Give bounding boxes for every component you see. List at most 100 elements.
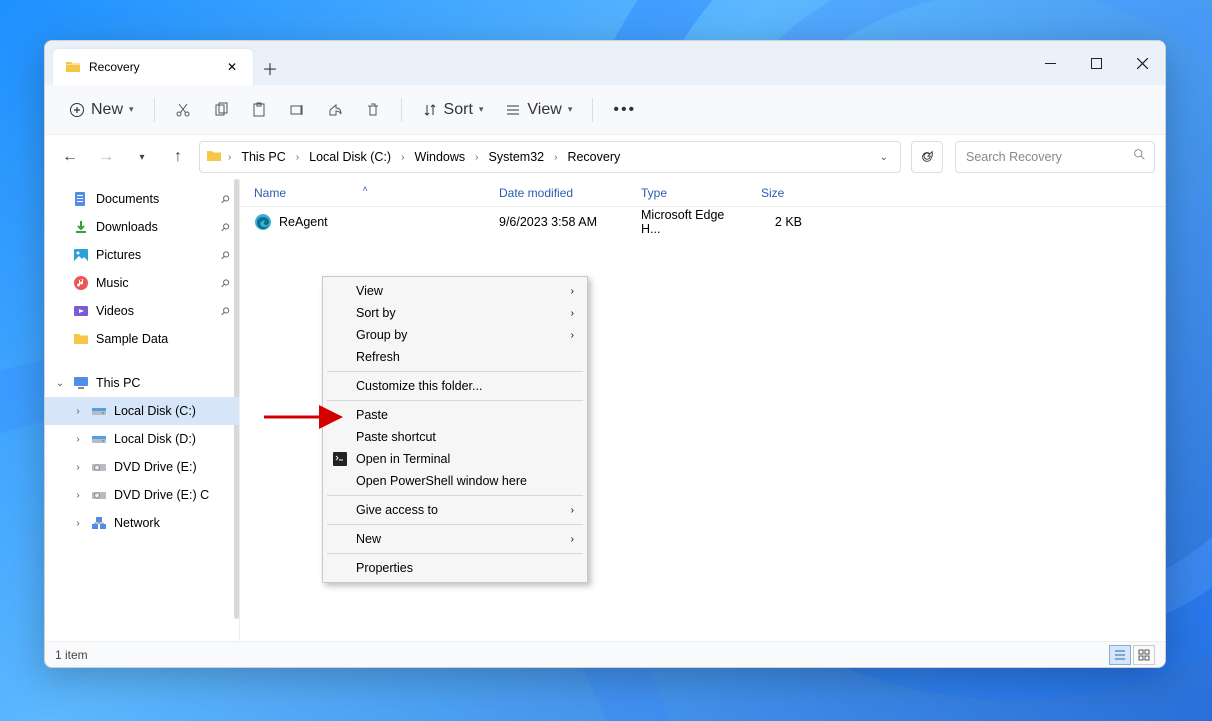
recent-locations-button[interactable]: ▾ — [127, 142, 157, 172]
context-menu-give-access-to[interactable]: Give access to› — [326, 499, 584, 521]
copy-button[interactable] — [205, 94, 237, 126]
sidebar-item-pictures[interactable]: Pictures⚲ — [45, 241, 239, 269]
view-button[interactable]: View▾ — [497, 94, 580, 126]
maximize-button[interactable] — [1073, 41, 1119, 85]
dvd-icon — [91, 459, 107, 475]
refresh-button[interactable] — [911, 141, 943, 173]
chevron-right-icon: › — [571, 505, 574, 516]
breadcrumb[interactable]: System32 — [485, 148, 549, 166]
sidebar-item-videos[interactable]: Videos⚲ — [45, 297, 239, 325]
plus-circle-icon — [69, 102, 85, 118]
context-menu-new[interactable]: New› — [326, 528, 584, 550]
breadcrumb[interactable]: Recovery — [563, 148, 624, 166]
context-menu: View›Sort by›Group by›Refresh Customize t… — [322, 276, 588, 583]
column-header-type[interactable]: Type — [627, 186, 747, 200]
dvd-icon — [91, 487, 107, 503]
ellipsis-icon: ••• — [613, 101, 636, 119]
sort-indicator-icon: ˄ — [363, 184, 368, 194]
context-menu-customize-this-folder[interactable]: Customize this folder... — [326, 375, 584, 397]
disk-icon — [91, 431, 107, 447]
sidebar-item-network[interactable]: ›Network — [45, 509, 239, 537]
sidebar-item-music[interactable]: Music⚲ — [45, 269, 239, 297]
file-explorer-window: Recovery ✕ ＋ New ▾ Sort▾ View▾ ••• ← → — [44, 40, 1166, 668]
sidebar-item-local-disk-d-[interactable]: ›Local Disk (D:) — [45, 425, 239, 453]
context-menu-paste[interactable]: Paste — [326, 404, 584, 426]
sort-icon — [422, 102, 438, 118]
delete-button[interactable] — [357, 94, 389, 126]
sidebar-item-sample-data[interactable]: Sample Data — [45, 325, 239, 353]
share-button[interactable] — [319, 94, 351, 126]
rename-icon — [289, 102, 305, 118]
video-icon — [73, 303, 89, 319]
cut-button[interactable] — [167, 94, 199, 126]
rename-button[interactable] — [281, 94, 313, 126]
sidebar-item-dvd-drive-e-[interactable]: ›DVD Drive (E:) — [45, 453, 239, 481]
breadcrumb[interactable]: This PC — [237, 148, 289, 166]
close-button[interactable] — [1119, 41, 1165, 85]
scissors-icon — [175, 102, 191, 118]
context-menu-group-by[interactable]: Group by› — [326, 324, 584, 346]
list-icon — [505, 102, 521, 118]
sidebar-item-this-pc[interactable]: ⌄This PC — [45, 369, 239, 397]
expand-icon[interactable]: › — [71, 518, 85, 529]
copy-icon — [213, 102, 229, 118]
back-button[interactable]: ← — [55, 142, 85, 172]
context-menu-open-powershell-window-here[interactable]: Open PowerShell window here — [326, 470, 584, 492]
tab-close-button[interactable]: ✕ — [223, 58, 241, 76]
new-button[interactable]: New ▾ — [61, 94, 142, 126]
column-header-size[interactable]: Size — [747, 186, 822, 200]
pin-icon: ⚲ — [218, 248, 233, 263]
pin-icon: ⚲ — [218, 276, 233, 291]
navigation-pane: Documents⚲Downloads⚲Pictures⚲Music⚲Video… — [45, 179, 240, 641]
context-menu-sort-by[interactable]: Sort by› — [326, 302, 584, 324]
breadcrumb[interactable]: Windows — [410, 148, 469, 166]
more-button[interactable]: ••• — [605, 94, 644, 126]
details-view-button[interactable] — [1109, 645, 1131, 665]
new-tab-button[interactable]: ＋ — [253, 51, 287, 85]
search-input[interactable] — [964, 149, 1146, 165]
breadcrumb[interactable]: Local Disk (C:) — [305, 148, 395, 166]
context-menu-open-in-terminal[interactable]: Open in Terminal — [326, 448, 584, 470]
column-headers: Name˄ Date modified Type Size — [240, 179, 1165, 207]
expand-icon[interactable]: › — [71, 490, 85, 501]
chevron-down-icon[interactable]: ⌄ — [874, 152, 894, 163]
sidebar-item-downloads[interactable]: Downloads⚲ — [45, 213, 239, 241]
window-tab[interactable]: Recovery ✕ — [53, 49, 253, 85]
paste-button[interactable] — [243, 94, 275, 126]
sort-button[interactable]: Sort▾ — [414, 94, 492, 126]
column-header-date[interactable]: Date modified — [485, 186, 627, 200]
chevron-down-icon: ▾ — [129, 104, 134, 115]
status-bar: 1 item — [45, 641, 1165, 667]
net-icon — [91, 515, 107, 531]
pin-icon: ⚲ — [218, 220, 233, 235]
folder-icon — [206, 148, 222, 167]
expand-icon[interactable]: › — [71, 406, 85, 417]
item-count: 1 item — [55, 648, 88, 662]
sidebar-item-local-disk-c-[interactable]: ›Local Disk (C:) — [45, 397, 239, 425]
forward-button[interactable]: → — [91, 142, 121, 172]
pc-icon — [73, 375, 89, 391]
up-button[interactable]: ↑ — [163, 142, 193, 172]
context-menu-refresh[interactable]: Refresh — [326, 346, 584, 368]
context-menu-paste-shortcut[interactable]: Paste shortcut — [326, 426, 584, 448]
chevron-right-icon: › — [571, 330, 574, 341]
minimize-button[interactable] — [1027, 41, 1073, 85]
sidebar-item-dvd-drive-e-c[interactable]: ›DVD Drive (E:) C — [45, 481, 239, 509]
expand-icon[interactable]: ⌄ — [53, 378, 67, 389]
context-menu-properties[interactable]: Properties — [326, 557, 584, 579]
context-menu-view[interactable]: View› — [326, 280, 584, 302]
sidebar-item-documents[interactable]: Documents⚲ — [45, 185, 239, 213]
folder-icon — [73, 331, 89, 347]
expand-icon[interactable]: › — [71, 434, 85, 445]
pic-icon — [73, 247, 89, 263]
file-row[interactable]: ReAgent9/6/2023 3:58 AMMicrosoft Edge H.… — [240, 207, 1165, 237]
address-bar[interactable]: › This PC› Local Disk (C:)› Windows› Sys… — [199, 141, 901, 173]
refresh-icon — [920, 150, 934, 164]
search-box[interactable] — [955, 141, 1155, 173]
chevron-down-icon: ▾ — [568, 104, 573, 115]
expand-icon[interactable]: › — [71, 462, 85, 473]
clipboard-icon — [251, 102, 267, 118]
share-icon — [327, 102, 343, 118]
column-header-name[interactable]: Name˄ — [240, 186, 485, 200]
thumbnails-view-button[interactable] — [1133, 645, 1155, 665]
